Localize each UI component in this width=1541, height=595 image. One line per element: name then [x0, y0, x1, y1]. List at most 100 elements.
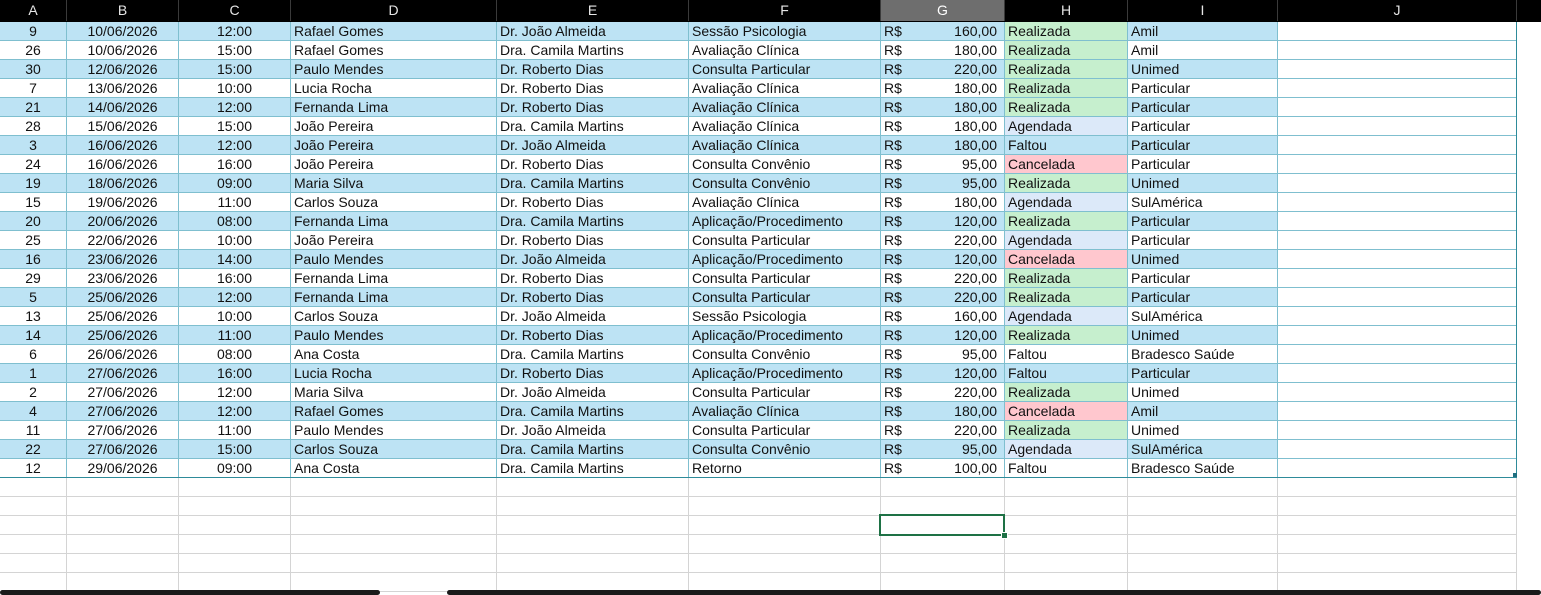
- cell-time[interactable]: 10:00: [179, 79, 291, 98]
- cell-status[interactable]: Cancelada: [1005, 155, 1128, 174]
- column-header-a[interactable]: A: [0, 0, 67, 21]
- active-cell-cursor[interactable]: [879, 514, 1005, 536]
- cell-amount[interactable]: R$ 120,00: [881, 364, 1005, 383]
- cell-date[interactable]: 19/06/2026: [67, 193, 179, 212]
- cell-patient[interactable]: Paulo Mendes: [291, 60, 497, 79]
- cell-doctor[interactable]: Dr. João Almeida: [497, 421, 689, 440]
- cell-date[interactable]: 27/06/2026: [67, 364, 179, 383]
- cell-patient[interactable]: Rafael Gomes: [291, 402, 497, 421]
- cell-time[interactable]: 12:00: [179, 22, 291, 41]
- cell-status[interactable]: Agendada: [1005, 231, 1128, 250]
- cell-patient[interactable]: João Pereira: [291, 155, 497, 174]
- cell-service[interactable]: Retorno: [689, 459, 881, 478]
- column-header-b[interactable]: B: [67, 0, 179, 21]
- cell-insurer[interactable]: Particular: [1128, 269, 1278, 288]
- cell-insurer[interactable]: [1128, 554, 1278, 573]
- cell-amount[interactable]: R$ 180,00: [881, 136, 1005, 155]
- cell-insurer[interactable]: Particular: [1128, 155, 1278, 174]
- cell-doctor[interactable]: [497, 497, 689, 516]
- cell-id[interactable]: 30: [0, 60, 67, 79]
- cell-service[interactable]: [689, 478, 881, 497]
- sheet-tabs-scrollbar[interactable]: [0, 590, 380, 595]
- cell-insurer[interactable]: SulAmérica: [1128, 193, 1278, 212]
- cell-doctor[interactable]: Dr. Roberto Dias: [497, 79, 689, 98]
- cell-id[interactable]: 15: [0, 193, 67, 212]
- cell-time[interactable]: 12:00: [179, 383, 291, 402]
- cell-service[interactable]: Aplicação/Procedimento: [689, 326, 881, 345]
- cell-j[interactable]: [1278, 478, 1517, 497]
- cell-j[interactable]: [1278, 288, 1517, 307]
- cell-insurer[interactable]: Particular: [1128, 364, 1278, 383]
- cell-amount[interactable]: R$ 220,00: [881, 231, 1005, 250]
- cell-doctor[interactable]: Dr. João Almeida: [497, 307, 689, 326]
- cell-doctor[interactable]: Dra. Camila Martins: [497, 440, 689, 459]
- cell-amount[interactable]: R$ 220,00: [881, 421, 1005, 440]
- cell-patient[interactable]: Fernanda Lima: [291, 98, 497, 117]
- cell-patient[interactable]: Paulo Mendes: [291, 326, 497, 345]
- cell-patient[interactable]: Carlos Souza: [291, 440, 497, 459]
- cell-date[interactable]: [67, 497, 179, 516]
- column-header-e[interactable]: E: [497, 0, 689, 21]
- cell-j[interactable]: [1278, 174, 1517, 193]
- cell-j[interactable]: [1278, 326, 1517, 345]
- cell-id[interactable]: [0, 535, 67, 554]
- cell-insurer[interactable]: Unimed: [1128, 60, 1278, 79]
- cell-time[interactable]: 08:00: [179, 212, 291, 231]
- cell-time[interactable]: 16:00: [179, 269, 291, 288]
- column-header-i[interactable]: I: [1128, 0, 1278, 21]
- cell-status[interactable]: [1005, 554, 1128, 573]
- cell-doctor[interactable]: Dr. Roberto Dias: [497, 269, 689, 288]
- cell-patient[interactable]: Maria Silva: [291, 383, 497, 402]
- cell-date[interactable]: 27/06/2026: [67, 421, 179, 440]
- cell-service[interactable]: Consulta Convênio: [689, 440, 881, 459]
- cell-insurer[interactable]: Particular: [1128, 98, 1278, 117]
- cell-date[interactable]: 10/06/2026: [67, 22, 179, 41]
- cell-time[interactable]: 08:00: [179, 345, 291, 364]
- cell-id[interactable]: 22: [0, 440, 67, 459]
- cell-patient[interactable]: Fernanda Lima: [291, 212, 497, 231]
- cell-doctor[interactable]: Dr. Roberto Dias: [497, 288, 689, 307]
- cell-patient[interactable]: João Pereira: [291, 231, 497, 250]
- cell-id[interactable]: [0, 554, 67, 573]
- cell-patient[interactable]: [291, 554, 497, 573]
- cell-amount[interactable]: R$ 95,00: [881, 345, 1005, 364]
- cell-status[interactable]: Agendada: [1005, 307, 1128, 326]
- cell-date[interactable]: 25/06/2026: [67, 288, 179, 307]
- cell-service[interactable]: [689, 554, 881, 573]
- cell-status[interactable]: Realizada: [1005, 212, 1128, 231]
- cell-doctor[interactable]: Dra. Camila Martins: [497, 402, 689, 421]
- cell-j[interactable]: [1278, 22, 1517, 41]
- cell-time[interactable]: [179, 497, 291, 516]
- cell-time[interactable]: [179, 478, 291, 497]
- cell-date[interactable]: 27/06/2026: [67, 440, 179, 459]
- cell-doctor[interactable]: Dr. Roberto Dias: [497, 98, 689, 117]
- cell-time[interactable]: [179, 516, 291, 535]
- cell-status[interactable]: [1005, 478, 1128, 497]
- cell-status[interactable]: Realizada: [1005, 421, 1128, 440]
- cell-j[interactable]: [1278, 345, 1517, 364]
- cell-id[interactable]: [0, 497, 67, 516]
- cell-amount[interactable]: R$ 180,00: [881, 41, 1005, 60]
- cell-service[interactable]: Avaliação Clínica: [689, 98, 881, 117]
- cell-date[interactable]: [67, 516, 179, 535]
- cell-j[interactable]: [1278, 60, 1517, 79]
- cell-status[interactable]: [1005, 535, 1128, 554]
- cell-time[interactable]: 15:00: [179, 440, 291, 459]
- table-resize-handle[interactable]: [1513, 473, 1517, 477]
- cell-j[interactable]: [1278, 117, 1517, 136]
- cell-id[interactable]: 1: [0, 364, 67, 383]
- cell-date[interactable]: [67, 478, 179, 497]
- cell-time[interactable]: 16:00: [179, 155, 291, 174]
- cell-insurer[interactable]: Particular: [1128, 79, 1278, 98]
- cell-j[interactable]: [1278, 459, 1517, 478]
- cell-service[interactable]: Consulta Convênio: [689, 174, 881, 193]
- cell-id[interactable]: 13: [0, 307, 67, 326]
- cell-patient[interactable]: João Pereira: [291, 117, 497, 136]
- cell-date[interactable]: 26/06/2026: [67, 345, 179, 364]
- cell-date[interactable]: 27/06/2026: [67, 402, 179, 421]
- cell-id[interactable]: 14: [0, 326, 67, 345]
- cell-j[interactable]: [1278, 554, 1517, 573]
- cell-id[interactable]: 20: [0, 212, 67, 231]
- cell-j[interactable]: [1278, 136, 1517, 155]
- cell-amount[interactable]: [881, 535, 1005, 554]
